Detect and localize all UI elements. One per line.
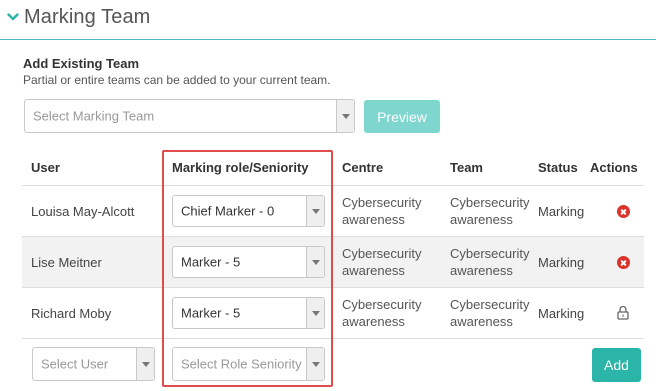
highlight-box [162, 150, 333, 387]
section-title: Marking Team [24, 6, 151, 28]
centre-cell: Cybersecurity awareness [342, 296, 421, 330]
centre-line: awareness [342, 314, 405, 329]
column-header-centre: Centre [342, 160, 384, 175]
divider [22, 185, 644, 186]
column-header-actions: Actions [590, 160, 638, 175]
team-line: awareness [450, 212, 513, 227]
add-button[interactable]: Add [592, 348, 641, 382]
team-line: Cybersecurity [450, 246, 530, 261]
status-cell: Marking [538, 204, 585, 219]
centre-line: awareness [342, 263, 405, 278]
user-name: Louisa May-Alcott [31, 204, 135, 219]
add-existing-team-title: Add Existing Team [23, 56, 140, 71]
user-select-value: Select User [41, 356, 109, 372]
centre-line: Cybersecurity [342, 246, 422, 261]
centre-line: Cybersecurity [342, 297, 422, 312]
centre-line: Cybersecurity [342, 195, 422, 210]
team-line: awareness [450, 263, 513, 278]
status-cell: Marking [538, 255, 585, 270]
column-header-status: Status [538, 160, 578, 175]
column-header-user: User [31, 160, 60, 175]
team-cell: Cybersecurity awareness [450, 194, 529, 228]
centre-cell: Cybersecurity awareness [342, 245, 421, 279]
add-existing-team-subtitle: Partial or entire teams can be added to … [23, 73, 331, 87]
remove-icon[interactable] [617, 256, 630, 269]
user-name: Richard Moby [31, 306, 112, 321]
team-cell: Cybersecurity awareness [450, 245, 529, 279]
chevron-down-icon[interactable] [7, 11, 19, 23]
team-line: Cybersecurity [450, 297, 530, 312]
team-line: Cybersecurity [450, 195, 530, 210]
divider [22, 287, 644, 288]
dropdown-arrow-icon[interactable] [336, 100, 354, 132]
column-header-team: Team [450, 160, 483, 175]
divider [22, 236, 644, 237]
centre-line: awareness [342, 212, 405, 227]
user-select[interactable]: Select User [32, 347, 155, 381]
user-name: Lise Meitner [31, 255, 102, 270]
remove-icon[interactable] [617, 205, 630, 218]
team-line: awareness [450, 314, 513, 329]
lock-icon [617, 305, 629, 320]
team-cell: Cybersecurity awareness [450, 296, 529, 330]
status-cell: Marking [538, 306, 585, 321]
section-header[interactable]: Marking Team [0, 0, 656, 40]
divider [22, 338, 644, 339]
centre-cell: Cybersecurity awareness [342, 194, 421, 228]
marking-team-select[interactable]: Select Marking Team [24, 99, 355, 133]
marking-team-select-value: Select Marking Team [33, 108, 155, 124]
preview-button[interactable]: Preview [364, 100, 440, 133]
dropdown-arrow-icon[interactable] [136, 348, 154, 380]
